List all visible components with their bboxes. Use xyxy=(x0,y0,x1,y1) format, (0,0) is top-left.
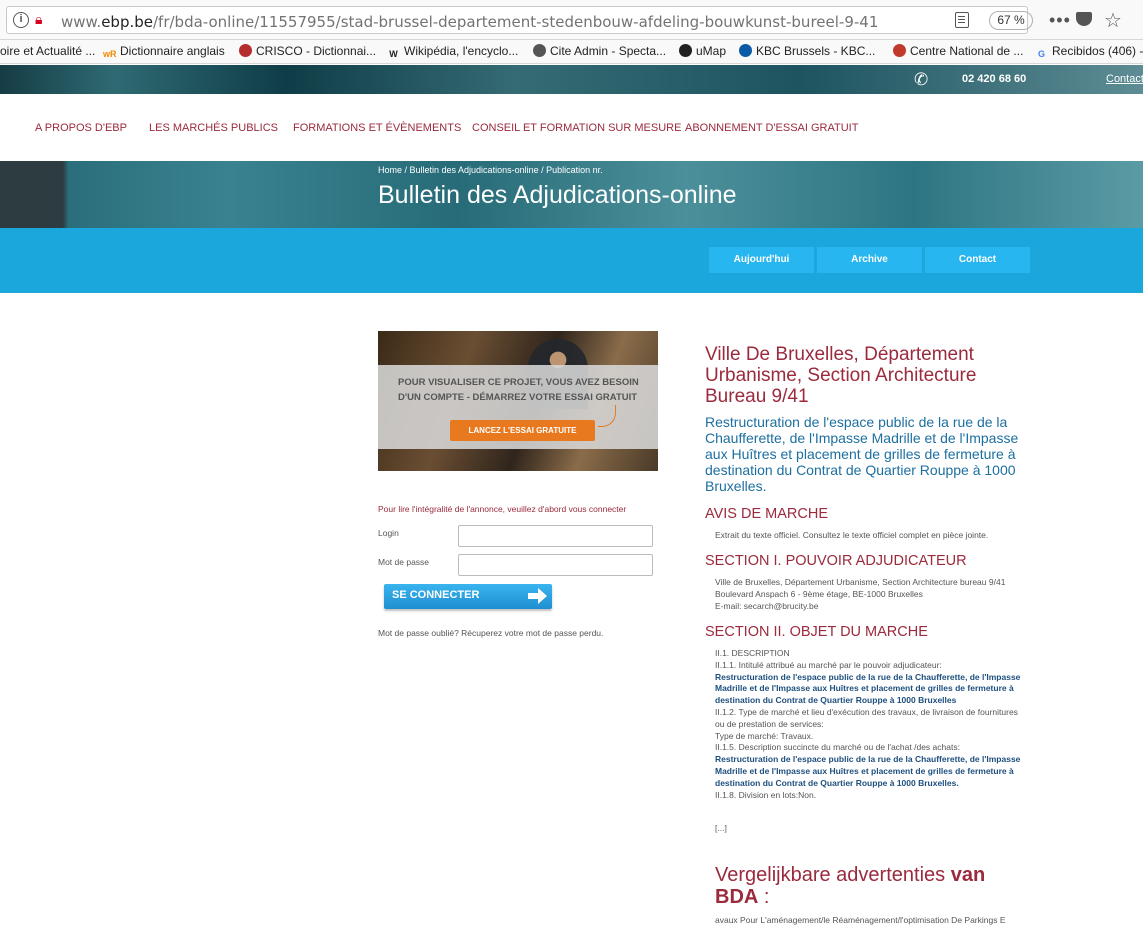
section2-title-bold: Restructuration de l'espace public de la… xyxy=(715,671,1021,706)
main-navigation: A PROPOS D'EBP LES MARCHÉS PUBLICS FORMA… xyxy=(0,94,1143,161)
arrow-right-icon xyxy=(528,588,547,604)
similar-title-c: : xyxy=(758,886,770,908)
bookmark-label: Cite Admin - Specta... xyxy=(550,44,667,58)
tab-contact[interactable]: Contact xyxy=(925,247,1030,273)
bookmark-favicon-icon: W xyxy=(389,49,398,59)
bookmark-item[interactable]: CRISCO - Dictionnai... xyxy=(239,44,376,58)
section2-line: II.1.5. Description succincte du marché … xyxy=(715,742,960,753)
section2-body: II.1. DESCRIPTION II.1.1. Intitulé attri… xyxy=(715,648,1025,801)
zoom-level[interactable]: 67 % xyxy=(989,11,1033,30)
section2-line: Type de marché: Travaux. xyxy=(715,730,814,741)
section2-heading: SECTION II. OBJET DU MARCHE xyxy=(705,624,928,640)
curved-arrow-icon xyxy=(598,405,616,427)
section1-line: Ville de Bruxelles, Département Urbanism… xyxy=(715,577,1006,587)
section2-description-bold: Restructuration de l'espace public de la… xyxy=(715,754,1021,788)
bookmark-label: Recibidos (406) - xyxy=(1052,44,1143,58)
avis-text: Extrait du texte officiel. Consultez le … xyxy=(715,530,989,540)
bookmark-favicon-icon xyxy=(739,44,752,57)
bookmark-label: KBC Brussels - KBC... xyxy=(756,44,876,58)
similar-ad-item[interactable]: avaux Pour L'aménagement/le Réaménagemen… xyxy=(715,915,1006,925)
insecure-lock-icon[interactable]: 🔒︎ xyxy=(35,11,42,28)
bookmark-item[interactable]: G Recibidos (406) - xyxy=(1035,44,1143,61)
promo-banner: POUR VISUALISER CE PROJET, VOUS AVEZ BES… xyxy=(378,331,658,471)
url-domain: ebp.be xyxy=(101,13,153,31)
top-bar: ✆ 02 420 68 60 Contacte xyxy=(0,65,1143,94)
notice-title: Ville De Bruxelles, Département Urbanism… xyxy=(705,344,977,407)
bookmark-label: CRISCO - Dictionnai... xyxy=(256,44,377,58)
notice-subtitle: Restructuration de l'espace public de la… xyxy=(705,414,1019,494)
contact-link[interactable]: Contacte xyxy=(1106,73,1143,85)
nav-trainings-events[interactable]: FORMATIONS ET ÉVÈNEMENTS xyxy=(293,122,461,134)
section1-heading: SECTION I. POUVOIR ADJUDICATEUR xyxy=(705,553,967,569)
browser-toolbar: i 🔒︎ www.ebp.be/fr/bda-online/11557955/s… xyxy=(0,0,1143,40)
url-path: /fr/bda-online/11557955/stad-brussel-dep… xyxy=(153,13,879,31)
bookmark-item[interactable]: Cite Admin - Specta... xyxy=(533,44,666,58)
login-button-label: SE CONNECTER xyxy=(392,589,480,601)
avis-heading: AVIS DE MARCHE xyxy=(705,506,829,522)
reader-view-icon[interactable] xyxy=(955,12,969,28)
similar-title-a: Vergelijkbare advertenties xyxy=(715,864,951,886)
bookmark-item[interactable]: KBC Brussels - KBC... xyxy=(739,44,875,58)
bookmark-label: Dictionnaire anglais xyxy=(120,44,225,58)
bookmark-favicon-icon xyxy=(533,44,546,57)
bookmark-favicon-icon xyxy=(239,44,252,57)
address-bar[interactable]: i 🔒︎ www.ebp.be/fr/bda-online/11557955/s… xyxy=(6,6,1033,34)
phone-number[interactable]: 02 420 68 60 xyxy=(962,73,1026,85)
login-label: Login xyxy=(378,528,399,538)
login-notice: Pour lire l'intégralité de l'annonce, ve… xyxy=(378,504,627,514)
pocket-icon[interactable] xyxy=(1076,12,1092,26)
bookmark-item[interactable]: W Wikipédia, l'encyclo... xyxy=(387,44,518,61)
section2-line: II.1.8. Division en lots:Non. xyxy=(715,789,817,800)
promo-overlay: POUR VISUALISER CE PROJET, VOUS AVEZ BES… xyxy=(378,365,658,449)
nav-about[interactable]: A PROPOS D'EBP xyxy=(35,122,127,134)
nav-free-trial[interactable]: ABONNEMENT D'ESSAI GRATUIT xyxy=(685,122,858,134)
tab-archive[interactable]: Archive xyxy=(817,247,922,273)
bookmarks-toolbar: oire et Actualité ... wR Dictionnaire angl… xyxy=(0,40,1143,64)
section1-body: Ville de Bruxelles, Département Urbanism… xyxy=(715,577,1035,612)
bookmark-label: Centre National de ... xyxy=(910,44,1024,58)
login-input[interactable] xyxy=(458,525,653,547)
phone-icon: ✆ xyxy=(914,70,929,89)
start-trial-button[interactable]: LANCEZ L'ESSAI GRATUITE xyxy=(450,420,595,441)
bookmark-item[interactable]: oire et Actualité ... xyxy=(0,44,95,58)
bookmark-label: uMap xyxy=(696,44,727,58)
section1-line: Boulevard Anspach 6 - 9ème étage, BE-100… xyxy=(715,588,923,599)
bookmark-star-icon[interactable]: ☆ xyxy=(1104,8,1122,33)
url-text[interactable]: www.ebp.be/fr/bda-online/11557955/stad-b… xyxy=(61,13,878,31)
nav-consulting[interactable]: CONSEIL ET FORMATION SUR MESURE xyxy=(472,122,681,134)
password-input[interactable] xyxy=(458,554,653,576)
more-actions-icon[interactable]: ••• xyxy=(1049,10,1071,31)
breadcrumb[interactable]: Home / Bulletin des Adjudications-online… xyxy=(378,165,603,175)
url-prefix: www. xyxy=(61,13,102,31)
bookmark-favicon-icon: G xyxy=(1037,49,1045,59)
info-icon[interactable]: i xyxy=(13,12,29,28)
bookmark-label: oire et Actualité ... xyxy=(0,44,96,58)
login-button[interactable]: SE CONNECTER xyxy=(384,584,552,609)
bookmark-label: Wikipédia, l'encyclo... xyxy=(404,44,519,58)
nav-public-markets[interactable]: LES MARCHÉS PUBLICS xyxy=(149,122,278,134)
bookmark-item[interactable]: Centre National de ... xyxy=(893,44,1023,58)
page-title: Bulletin des Adjudications-online xyxy=(378,181,737,209)
bookmark-item[interactable]: uMap xyxy=(679,44,726,58)
section2-line: II.1.2. Type de marché et lieu d'exécuti… xyxy=(715,706,1018,729)
bookmark-favicon-icon xyxy=(893,44,906,57)
bookmark-favicon-icon xyxy=(679,44,692,57)
similar-ads-title: Vergelijkbare advertenties van BDA : xyxy=(715,864,1025,908)
hero-banner: Home / Bulletin des Adjudications-online… xyxy=(0,161,1143,228)
section2-line: II.1.1. Intitulé attribué au marché par … xyxy=(715,659,942,670)
tab-today[interactable]: Aujourd'hui xyxy=(709,247,814,273)
truncation-marker: [...] xyxy=(715,823,727,833)
tab-band: Aujourd'hui Archive Contact xyxy=(0,228,1143,293)
forgot-password-link[interactable]: Mot de passe oublié? Récuperez votre mot… xyxy=(378,628,603,638)
section2-line: II.1. DESCRIPTION xyxy=(715,648,790,658)
bookmark-favicon-icon: wR xyxy=(103,49,117,59)
password-label: Mot de passe xyxy=(378,557,430,567)
section1-line: E-mail: secarch@brucity.be xyxy=(715,600,819,611)
bookmark-item[interactable]: wR Dictionnaire anglais xyxy=(103,44,225,61)
promo-text: POUR VISUALISER CE PROJET, VOUS AVEZ BES… xyxy=(398,377,639,403)
